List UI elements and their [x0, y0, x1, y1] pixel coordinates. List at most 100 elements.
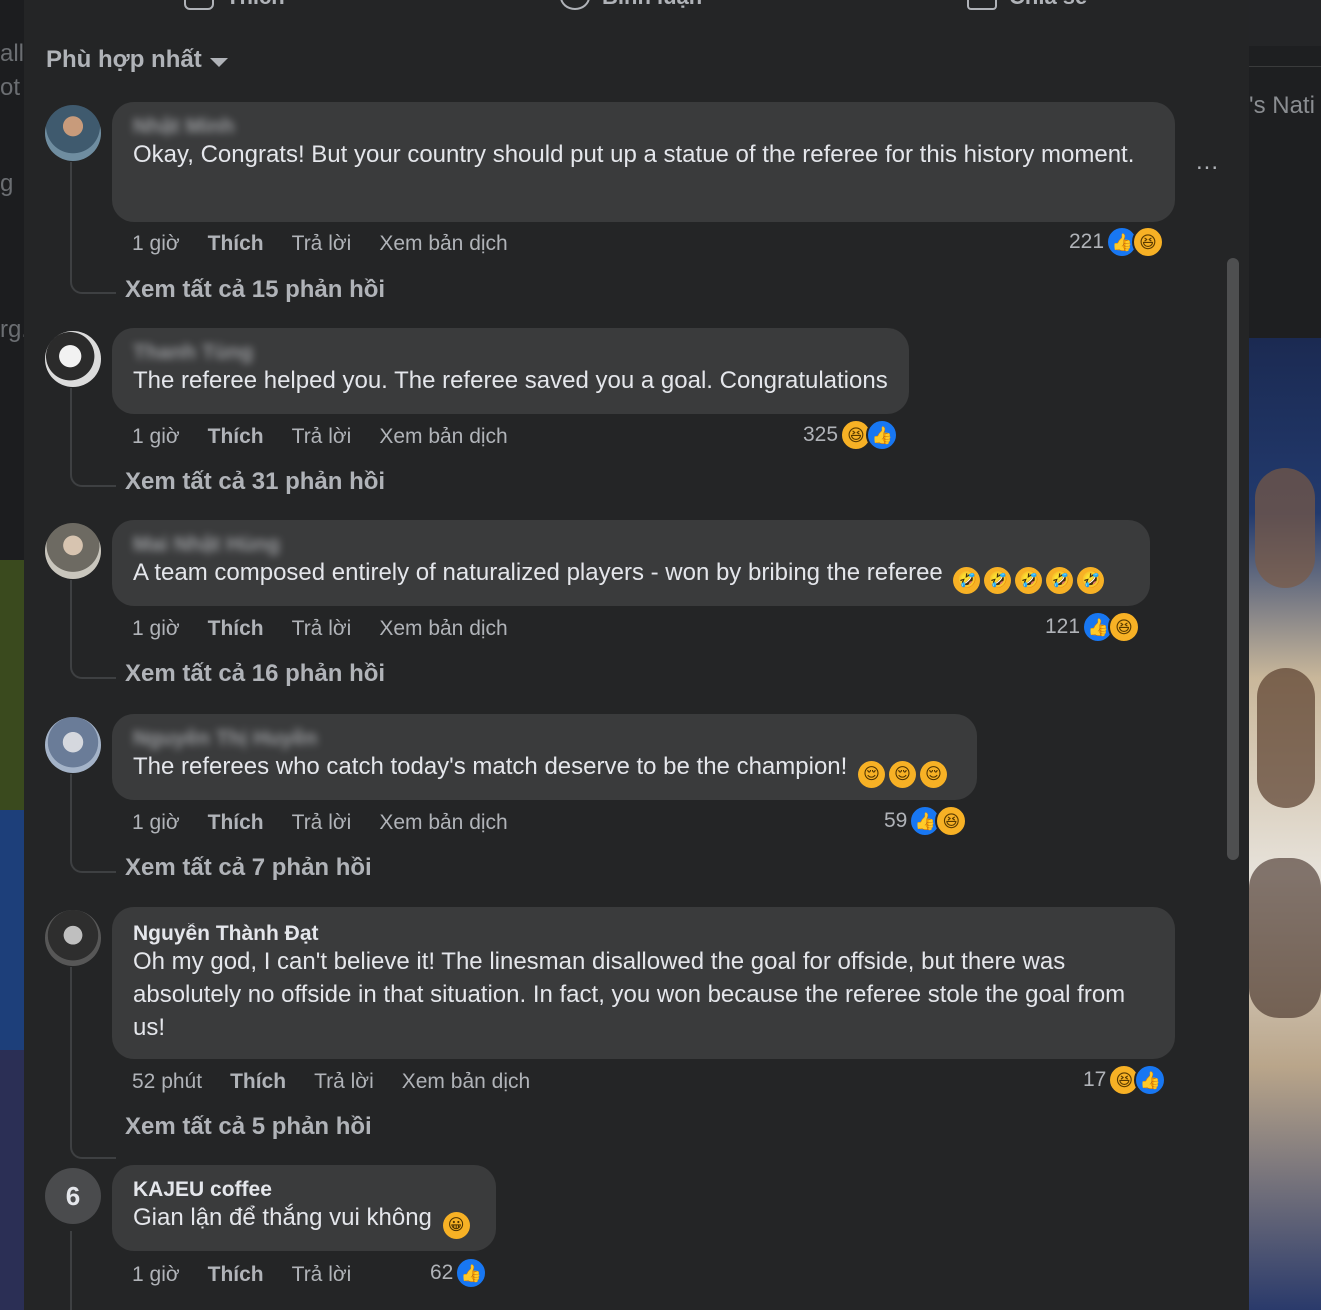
comment-author[interactable]: KAJEU coffee	[133, 1179, 476, 1201]
like-button[interactable]: Thích	[208, 811, 264, 835]
relieved-emoji-icon: 😌	[888, 761, 916, 788]
view-replies-link[interactable]: Xem tất cả 7 phản hồi	[125, 854, 372, 882]
reply-button[interactable]: Trả lời	[292, 1263, 352, 1287]
reaction-summary[interactable]: 59 👍 😆	[884, 805, 968, 837]
reaction-count: 221	[1069, 230, 1105, 253]
rofl-emoji-icon: 🤣	[1077, 567, 1105, 594]
rofl-emoji-icon: 🤣	[1015, 567, 1043, 594]
like-action-label: Thích	[226, 0, 285, 10]
avatar[interactable]	[45, 910, 101, 966]
comment-time[interactable]: 1 giờ	[132, 617, 180, 641]
comment-author[interactable]: Nguyễn Thị Huyền	[133, 728, 957, 750]
post-action-bar: Thích Bình luận Chia sẻ	[24, 0, 1249, 24]
like-icon: 👍	[455, 1257, 488, 1289]
comment-bubble: Mai Nhật Hùng A team composed entirely o…	[112, 520, 1150, 606]
see-translation-button[interactable]: Xem bản dịch	[379, 617, 507, 641]
reply-button[interactable]: Trả lời	[292, 617, 352, 641]
haha-icon: 😆	[1108, 611, 1141, 643]
comment-actions: 1 giờ Thích Trả lời Xem bản dịch	[132, 232, 536, 256]
background-text: 's Nati	[1249, 92, 1315, 119]
background-image	[0, 560, 24, 810]
comment-text-body: The referees who catch today's match des…	[133, 753, 848, 780]
comment-bubble: Thanh Tùng The referee helped you. The r…	[112, 328, 909, 414]
reaction-count: 325	[803, 423, 839, 446]
comment-time[interactable]: 52 phút	[132, 1070, 202, 1094]
reply-button[interactable]: Trả lời	[314, 1070, 374, 1094]
like-button[interactable]: Thích	[208, 1263, 264, 1287]
avatar[interactable]	[45, 523, 101, 579]
reply-button[interactable]: Trả lời	[292, 425, 352, 449]
comment-time[interactable]: 1 giờ	[132, 232, 180, 256]
view-replies-link[interactable]: Xem tất cả 5 phản hồi	[125, 1113, 372, 1141]
kajeu-logo-avatar[interactable]: 6	[45, 1168, 101, 1224]
share-action-button[interactable]: Chia sẻ	[967, 0, 1087, 10]
view-replies-link[interactable]: Xem tất cả 16 phản hồi	[125, 660, 385, 688]
relieved-emoji-icon: 😌	[919, 761, 947, 788]
relieved-emoji-icon: 😌	[857, 761, 885, 788]
like-icon: 👍	[1134, 1064, 1167, 1096]
reaction-count: 62	[430, 1261, 454, 1284]
rofl-emoji-icon: 🤣	[953, 567, 981, 594]
reaction-summary[interactable]: 221 👍 😆	[1069, 226, 1165, 258]
comment-author[interactable]: Nguyễn Thành Đạt	[133, 923, 1155, 945]
comment-time[interactable]: 1 giờ	[132, 425, 180, 449]
comment-actions: 1 giờ Thích Trả lời Xem bản dịch	[132, 425, 536, 449]
scrollbar-thumb[interactable]	[1227, 258, 1239, 860]
comment-author[interactable]: Mai Nhật Hùng	[133, 534, 1130, 556]
avatar[interactable]	[45, 105, 101, 161]
like-button[interactable]: Thích	[208, 617, 264, 641]
rofl-emoji-icon: 🤣	[1046, 567, 1074, 594]
reaction-summary[interactable]: 17 😆 👍	[1083, 1064, 1167, 1096]
more-options-button[interactable]: ...	[1196, 148, 1219, 176]
comment-author[interactable]: Nhật Minh	[133, 116, 1155, 138]
background-photo	[1249, 338, 1321, 1310]
comment-text-body: Gian lận để thắng vui không	[133, 1204, 432, 1231]
comment-time[interactable]: 1 giờ	[132, 1263, 180, 1287]
background-text: all	[0, 40, 24, 67]
comment-text-body: A team composed entirely of naturalized …	[133, 559, 943, 586]
comment-time[interactable]: 1 giờ	[132, 811, 180, 835]
background-page-right: 's Nati	[1249, 0, 1321, 1310]
reaction-summary[interactable]: 121 👍 😆	[1045, 611, 1141, 643]
comment-action-button[interactable]: Bình luận	[560, 0, 702, 10]
reaction-summary[interactable]: 325 😆 👍	[803, 419, 899, 451]
share-action-label: Chia sẻ	[1009, 0, 1087, 10]
comment-text: Oh my god, I can't believe it! The lines…	[133, 948, 1126, 1041]
share-arrow-icon	[967, 0, 997, 10]
comment-author[interactable]: Thanh Tùng	[133, 342, 889, 364]
avatar[interactable]	[45, 331, 101, 387]
comment-sort-dropdown[interactable]: Phù hợp nhất	[46, 46, 228, 74]
comment-actions: 52 phút Thích Trả lời Xem bản dịch	[132, 1070, 558, 1094]
see-translation-button[interactable]: Xem bản dịch	[379, 811, 507, 835]
comment-bubble: Nguyễn Thị Huyền The referees who catch …	[112, 714, 977, 800]
reaction-summary[interactable]: 62 👍	[430, 1257, 488, 1289]
comment-actions: 1 giờ Thích Trả lời Xem bản dịch	[132, 811, 536, 835]
avatar[interactable]	[45, 717, 101, 773]
sort-label: Phù hợp nhất	[46, 46, 202, 73]
see-translation-button[interactable]: Xem bản dịch	[379, 232, 507, 256]
comment-actions: 1 giờ Thích Trả lời	[132, 1263, 379, 1287]
like-button[interactable]: Thích	[208, 425, 264, 449]
comment-bubble-icon	[560, 0, 590, 10]
haha-icon: 😆	[1132, 226, 1165, 258]
view-replies-link[interactable]: Xem tất cả 15 phản hồi	[125, 276, 385, 304]
reply-button[interactable]: Trả lời	[292, 232, 352, 256]
like-action-button[interactable]: Thích	[184, 0, 285, 10]
comment-actions: 1 giờ Thích Trả lời Xem bản dịch	[132, 617, 536, 641]
view-replies-link[interactable]: Xem tất cả 31 phản hồi	[125, 468, 385, 496]
comment-text: Gian lận để thắng vui không 😀	[133, 1201, 476, 1239]
comment-bubble: KAJEU coffee Gian lận để thắng vui không…	[112, 1165, 496, 1251]
see-translation-button[interactable]: Xem bản dịch	[402, 1070, 530, 1094]
reply-button[interactable]: Trả lời	[292, 811, 352, 835]
comment-bubble: Nhật Minh Okay, Congrats! But your count…	[112, 102, 1175, 222]
thumbs-up-icon	[184, 0, 214, 10]
like-button[interactable]: Thích	[230, 1070, 286, 1094]
comment-bubble: Nguyễn Thành Đạt Oh my god, I can't beli…	[112, 907, 1175, 1059]
like-button[interactable]: Thích	[208, 232, 264, 256]
comment-text: Okay, Congrats! But your country should …	[133, 141, 1135, 168]
see-translation-button[interactable]: Xem bản dịch	[379, 425, 507, 449]
comment-text: The referees who catch today's match des…	[133, 750, 957, 788]
background-text: rg.	[0, 316, 24, 343]
reaction-count: 17	[1083, 1068, 1107, 1091]
background-image	[0, 1050, 24, 1310]
